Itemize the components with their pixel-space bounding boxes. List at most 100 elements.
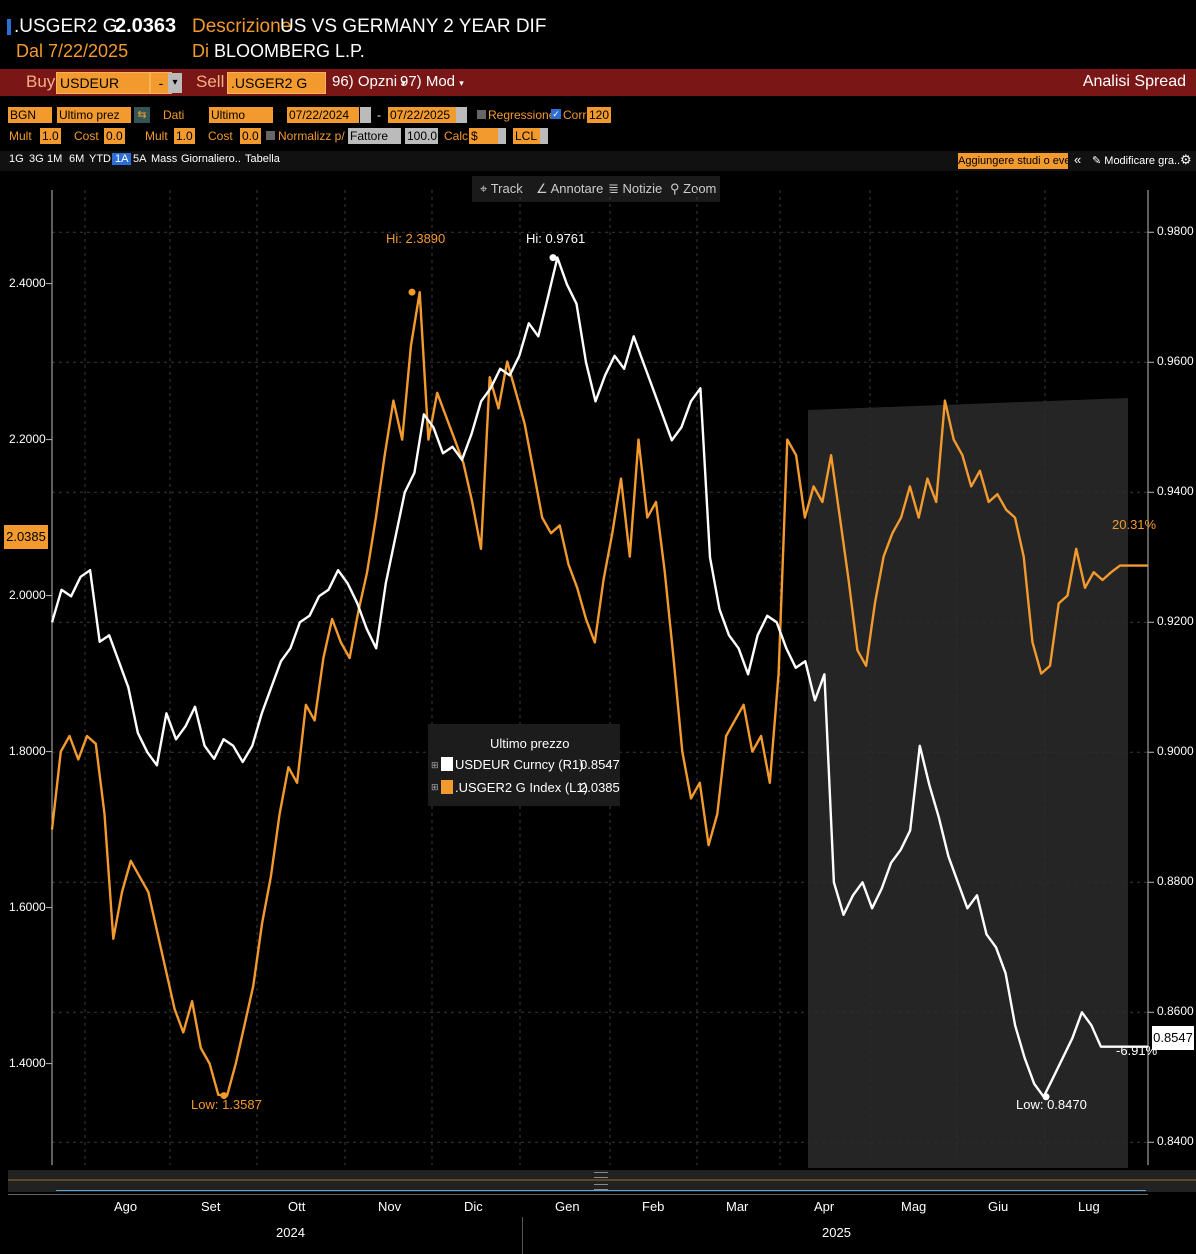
news-label: Notizie <box>622 181 663 196</box>
range-button-tabella[interactable]: Tabella <box>242 153 283 165</box>
legend: Ultimo prezzo ⊞ USDEUR Curncy (R1) 0.854… <box>428 724 620 806</box>
options-menu[interactable]: 96) Opzni ▾ <box>332 73 406 90</box>
range-button-1g[interactable]: 1G <box>6 153 27 165</box>
calc-chevron-icon[interactable] <box>498 128 506 144</box>
shaded-region-top <box>808 398 1128 410</box>
cost-input-1[interactable]: 0.0 <box>104 128 125 144</box>
range-button-5a[interactable]: 5A <box>130 153 149 165</box>
lcl-chevron-icon[interactable] <box>540 128 548 144</box>
date-range-dash: - <box>377 108 381 122</box>
annotate-label: Annotare <box>550 181 604 196</box>
normalize-mode-select[interactable]: Fattore <box>348 128 392 144</box>
studies-input[interactable]: Aggiungere studi o even <box>958 153 1068 169</box>
low-white-label: Low: 0.8470 <box>1016 1097 1087 1112</box>
low-orange-label: Low: 1.3587 <box>191 1097 262 1112</box>
hi-orange-label: Hi: 2.3890 <box>386 231 446 246</box>
right-tick-label: 0.8600 <box>1157 1004 1194 1019</box>
shaded-region <box>808 410 1128 1168</box>
calc-label: Calc <box>444 129 469 143</box>
series-line <box>50 256 1148 1099</box>
buy-dropdown-icon[interactable]: ▾ <box>168 73 182 93</box>
modify-chart-button[interactable]: ✎ Modificare gra.. <box>1092 154 1180 167</box>
description-label: Descrizione <box>192 16 292 37</box>
right-tick-label: 0.8800 <box>1157 874 1194 889</box>
range-button-6m[interactable]: 6M <box>66 153 87 165</box>
date-to-input[interactable]: 07/22/2025 <box>388 107 456 123</box>
spread-toolbar: Buy USDEUR Curnc - ▾ Sell .USGER2 G Ind … <box>0 69 1196 111</box>
mod-menu-label: 97) Mod <box>400 73 456 90</box>
sell-label: Sell <box>196 72 225 91</box>
buy-security-input[interactable]: USDEUR Curnc <box>56 72 150 111</box>
legend-series-2-value: 2.0385 <box>580 780 620 795</box>
calendar-from-icon[interactable] <box>360 107 371 123</box>
right-tick-label: 0.9000 <box>1157 744 1194 759</box>
source-field[interactable]: BGN <box>8 107 52 123</box>
month-label: Mag <box>901 1199 927 1214</box>
year-2025: 2025 <box>822 1225 851 1240</box>
price-value: 2.0363 <box>115 15 177 37</box>
price-field-1[interactable]: Ultimo prez <box>57 107 131 123</box>
regression-label: Regressione <box>488 108 556 122</box>
news-tool[interactable]: ≣ Notizie <box>608 181 662 197</box>
range-button-ytd[interactable]: YTD <box>86 153 114 165</box>
navigator-handle-top[interactable] <box>594 1172 608 1178</box>
left-tick-label: 2.2000 <box>9 431 46 446</box>
normalize-value-input[interactable]: 100.0 <box>405 128 438 144</box>
mult-input-2[interactable]: 1.0 <box>174 128 195 144</box>
navigator-line <box>8 1179 1196 1181</box>
di-value: BLOOMBERG L.P. <box>214 41 365 61</box>
calendar-to-icon[interactable] <box>456 107 467 123</box>
range-button-1m[interactable]: 1M <box>44 153 65 165</box>
sell-security-input[interactable]: .USGER2 G Ind <box>227 72 326 111</box>
cost-input-2[interactable]: 0.0 <box>240 128 261 144</box>
month-label: Gen <box>555 1199 580 1214</box>
left-tick-label: 2.4000 <box>9 275 46 290</box>
lcl-select[interactable]: LCL <box>513 128 541 144</box>
dal-label: Dal <box>16 41 44 61</box>
right-tick-label: 0.9400 <box>1157 484 1194 499</box>
gear-icon[interactable]: ⚙ <box>1180 152 1192 168</box>
hi-orange-marker <box>408 288 416 296</box>
corr-checkbox[interactable]: ✓ <box>551 109 561 119</box>
month-label: Ago <box>114 1199 138 1214</box>
regression-checkbox[interactable] <box>477 110 486 119</box>
dal-value: 7/22/2025 <box>48 41 129 61</box>
month-label: Lug <box>1078 1199 1100 1214</box>
legend-series-2: .USGER2 G Index (L1) <box>455 780 588 795</box>
left-tick-label: 1.4000 <box>9 1055 46 1070</box>
cost-label-1: Cost <box>74 129 99 143</box>
annotate-tool[interactable]: ∠ Annotare <box>536 181 603 197</box>
mult-input-1[interactable]: 1.0 <box>40 128 61 144</box>
pct-orange-label: 20.31% <box>1112 517 1157 532</box>
left-tick-label: 2.0000 <box>9 587 46 602</box>
range-button-giornaliero[interactable]: Giornaliero.. <box>178 153 244 165</box>
track-tool[interactable]: ⌖ Track <box>480 181 523 197</box>
corr-period-input[interactable]: 120 <box>587 107 611 123</box>
buy-label: Buy <box>26 72 56 91</box>
range-button-1a[interactable]: 1A <box>112 153 132 165</box>
hi-white-label: Hi: 0.9761 <box>526 231 586 246</box>
year-2024: 2024 <box>276 1225 305 1240</box>
legend-expand-icon-1[interactable]: ⊞ <box>431 760 439 771</box>
navigator-blue-line <box>56 1190 1146 1191</box>
date-from-input[interactable]: 07/22/2024 <box>287 107 359 123</box>
news-icon: ≣ <box>608 181 619 196</box>
legend-expand-icon-2[interactable]: ⊞ <box>431 782 439 793</box>
price-field-2[interactable]: Ultimo prez <box>209 107 273 138</box>
normalize-chevron-icon[interactable] <box>392 128 401 144</box>
navigator-strip[interactable] <box>8 1170 1196 1192</box>
normalize-checkbox[interactable] <box>266 131 275 140</box>
range-button-mass[interactable]: Mass <box>148 153 180 165</box>
options-menu-label: 96) Opzni <box>332 73 398 90</box>
cost-label-2: Cost <box>208 129 233 143</box>
month-label: Nov <box>378 1199 402 1214</box>
calc-select[interactable]: $ <box>469 128 499 144</box>
right-tick-label: 0.9600 <box>1157 354 1194 369</box>
month-label: Giu <box>988 1199 1009 1214</box>
swap-icon[interactable]: ⇆ <box>134 107 150 123</box>
last-left-flag: 2.0385 <box>4 525 48 549</box>
collapse-icon[interactable]: « <box>1074 152 1081 167</box>
zoom-tool[interactable]: ⚲ Zoom <box>670 181 716 197</box>
month-label: Apr <box>814 1199 835 1214</box>
mod-menu[interactable]: 97) Mod ▾ <box>400 73 464 90</box>
